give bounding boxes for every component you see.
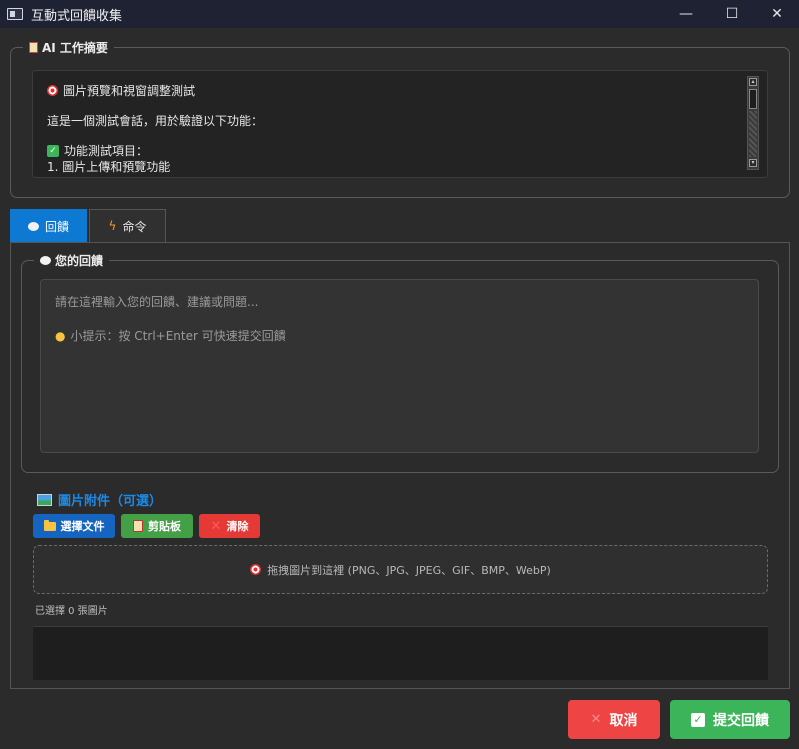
selected-image-count: 已選擇 0 張圖片 [35,606,108,617]
check-icon: ✓ [691,712,705,727]
speech-bubble-icon [40,256,51,265]
title-bar: 互動式回饋收集 — ☐ ✕ [0,0,799,28]
scroll-thumb[interactable] [749,89,757,109]
clear-x-icon: ✕ [210,518,222,534]
picture-icon [37,493,52,506]
lightbulb-icon: ● [55,328,66,343]
submit-feedback-button[interactable]: ✓ 提交回饋 [670,700,790,739]
clipboard-button[interactable]: 剪貼板 [121,514,193,538]
tab-feedback[interactable]: 回饋 [10,209,87,242]
memo-icon [29,42,38,53]
close-icon: ✕ [771,6,783,22]
lightning-icon: ϟ [108,219,117,233]
feedback-group-title: 您的回饋 [34,252,110,269]
cancel-button[interactable]: ✕ 取消 [568,700,660,739]
window-title: 互動式回饋收集 [31,8,123,24]
image-attachments-title: 圖片附件（可選） [37,490,162,509]
maximize-icon: ☐ [725,6,739,22]
scroll-down-arrow-icon[interactable]: ▾ [749,159,757,167]
dart-icon [250,564,262,575]
tab-command[interactable]: ϟ 命令 [89,209,166,242]
select-file-button[interactable]: 選擇文件 [33,514,115,538]
feedback-hint: ● 小提示：按 Ctrl+Enter 可快速提交回饋 [55,328,286,344]
minimize-icon: — [679,6,693,22]
dart-icon [47,85,58,96]
clipboard-icon [133,520,143,532]
speech-bubble-icon [27,221,39,231]
scroll-up-arrow-icon[interactable]: ▴ [749,78,757,86]
image-dropzone[interactable]: 拖拽圖片到這裡 (PNG、JPG、JPEG、GIF、BMP、WebP) [33,545,768,594]
minimize-button[interactable]: — [663,0,709,28]
clear-button[interactable]: ✕ 清除 [199,514,260,538]
maximize-button[interactable]: ☐ [709,0,755,28]
summary-line: 1. 圖片上傳和預覽功能 [47,159,171,174]
feedback-input[interactable]: 請在這裡輸入您的回饋、建議或問題... ● 小提示：按 Ctrl+Enter 可… [40,279,759,453]
scroll-track[interactable] [749,111,757,157]
app-icon [7,8,23,20]
summary-text-area[interactable]: 圖片預覽和視窗調整測試 這是一個測試會話，用於驗證以下功能： ✓ 功能測試項目：… [32,70,768,178]
close-button[interactable]: ✕ [754,0,799,28]
summary-line: 圖片預覽和視窗調整測試 [47,81,753,100]
summary-group-title: AI 工作摘要 [23,39,114,56]
summary-scrollbar[interactable]: ▴ ▾ [747,76,759,170]
summary-line: 這是一個測試會話，用於驗證以下功能： [47,113,264,128]
check-mark-icon: ✓ [47,144,59,157]
folder-icon [43,519,56,531]
cancel-x-icon: ✕ [590,712,602,727]
image-preview-area [33,626,768,680]
feedback-placeholder: 請在這裡輸入您的回饋、建議或問題... [55,295,259,309]
